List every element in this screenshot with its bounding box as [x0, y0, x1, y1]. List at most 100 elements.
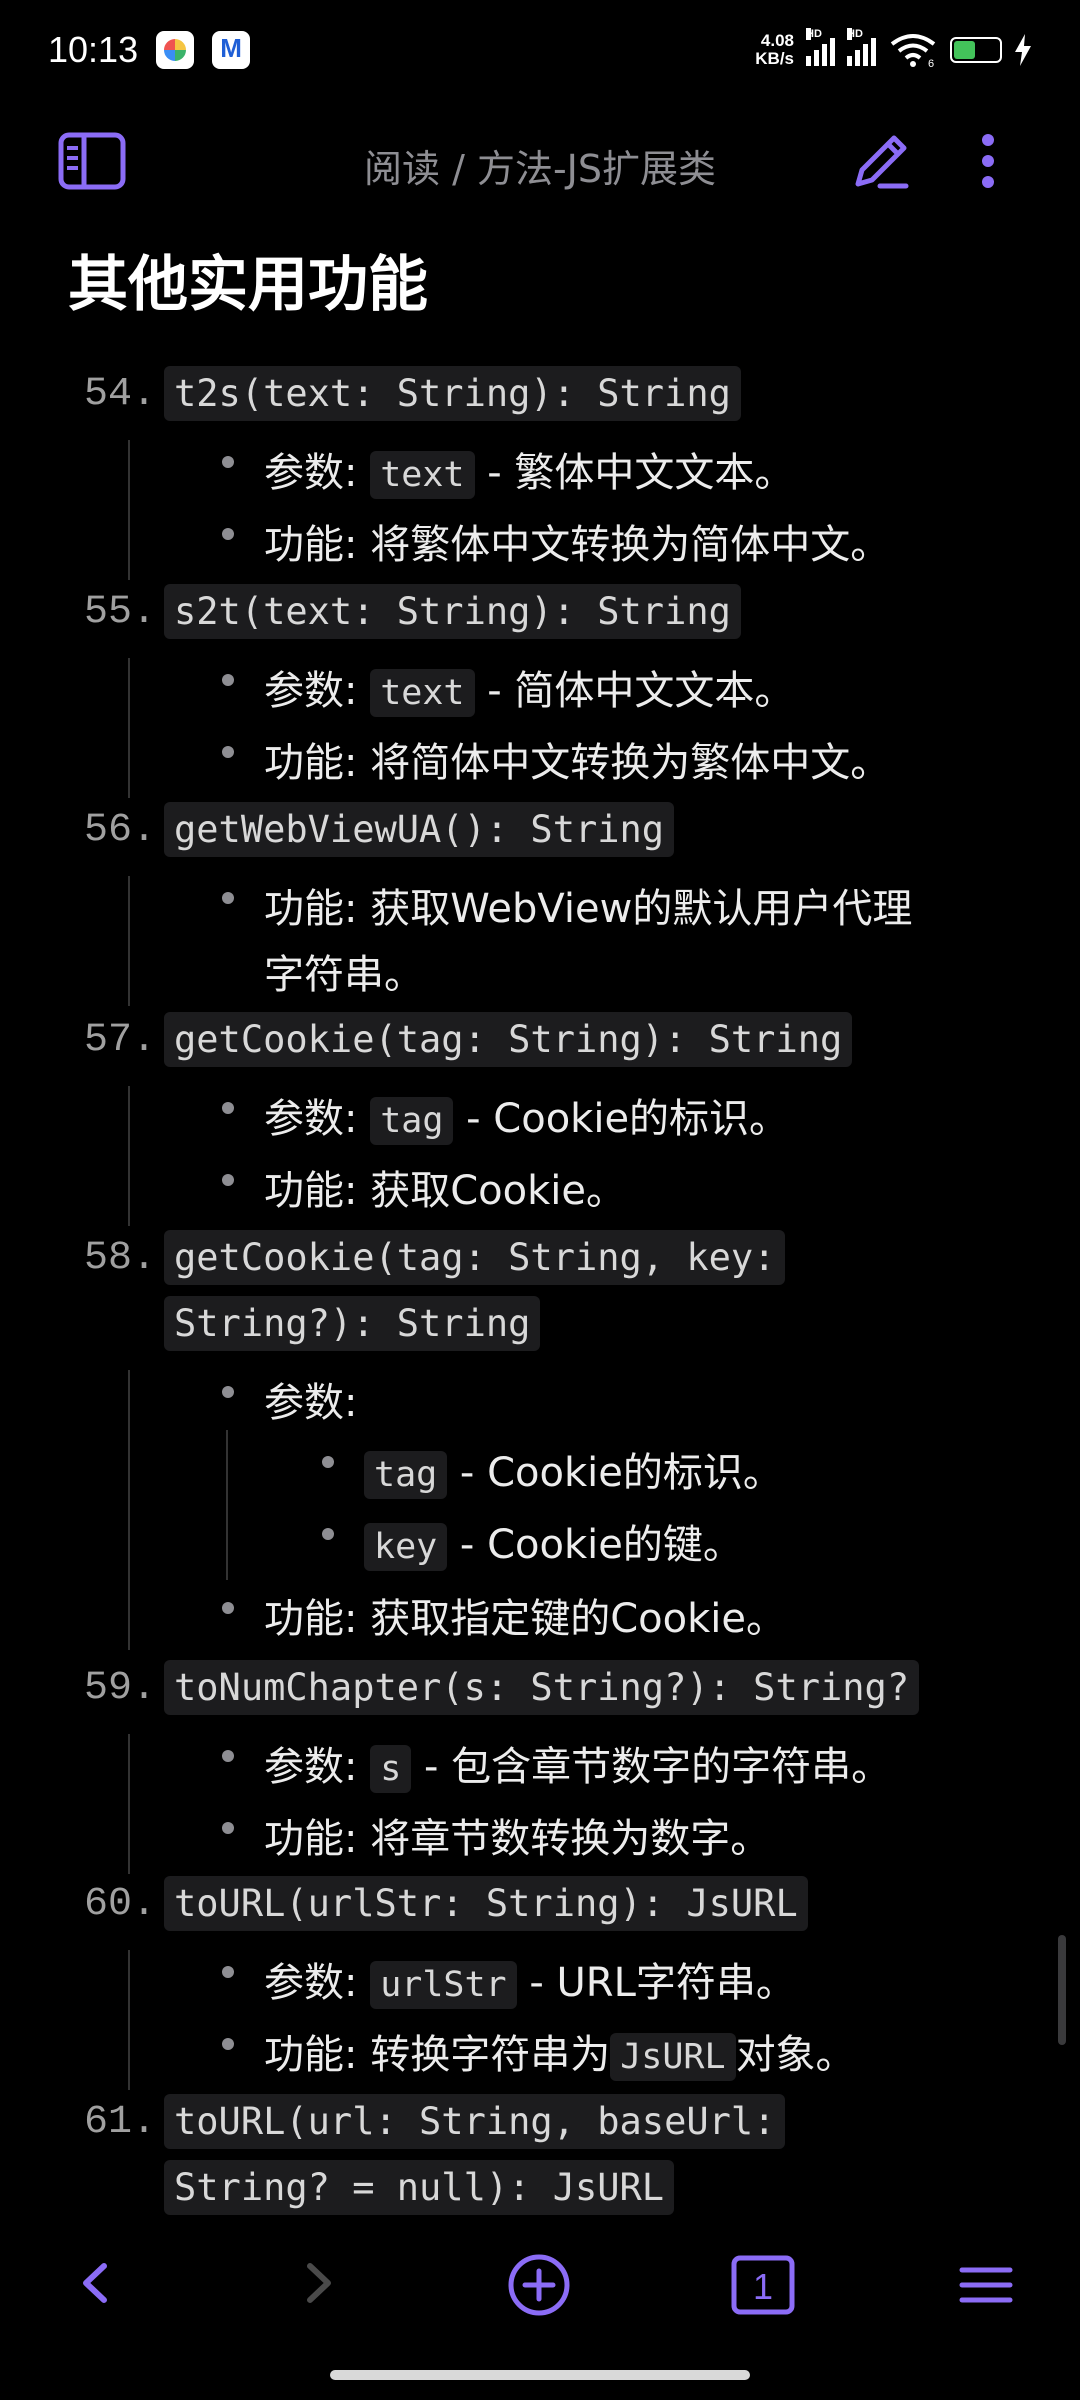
func-label: 功能:	[264, 1596, 358, 1642]
scrollbar-thumb[interactable]	[1058, 1935, 1066, 2045]
func-bullet: 功能: 将章节数转换为数字。	[222, 1806, 771, 1864]
func-code: JsURL	[610, 2033, 736, 2081]
func-bullet: 功能: 获取指定键的Cookie。	[222, 1586, 786, 1644]
signature-code: String?): String	[164, 1296, 541, 1351]
param-code: tag	[370, 1097, 454, 1145]
signal-1-icon: HD	[806, 28, 835, 66]
list-number: 61.	[84, 2100, 157, 2145]
sub-list-guide-line	[226, 1430, 228, 1580]
param-desc: - Cookie的键。	[447, 1522, 743, 1568]
signature-code: getCookie(tag: String): String	[164, 1012, 853, 1067]
network-speed: 4.08 KB/s	[755, 32, 794, 68]
param-code: key	[364, 1523, 448, 1571]
signature-code: getCookie(tag: String, key:	[164, 1230, 786, 1285]
status-left: 10:13	[48, 29, 251, 71]
hd-label-2: HD	[847, 28, 863, 40]
signature-code: toURL(urlStr: String): JsURL	[164, 1876, 808, 1931]
photos-app-icon	[156, 31, 195, 69]
bottom-navigation: 1	[0, 2240, 1080, 2340]
func-label: 功能:	[264, 522, 358, 568]
list-number: 56.	[84, 808, 157, 853]
method-signature-line1: getCookie(tag: String, key:	[164, 1230, 786, 1285]
signature-code: getWebViewUA(): String	[164, 802, 675, 857]
signal-2-icon: HD	[847, 28, 876, 66]
func-bullet: 功能: 将简体中文转换为繁体中文。	[222, 730, 890, 788]
forward-button[interactable]	[296, 2252, 342, 2318]
list-guide-line	[128, 1370, 130, 1650]
list-guide-line	[128, 876, 130, 1006]
method-signature-line2: String?): String	[164, 1296, 541, 1351]
func-desc: 将繁体中文转换为简体中文。	[370, 522, 891, 568]
signature-code: toNumChapter(s: String?): String?	[164, 1660, 920, 1715]
func-desc: 获取指定键的Cookie。	[370, 1596, 786, 1642]
more-vertical-icon	[982, 134, 994, 188]
list-number: 55.	[84, 590, 157, 635]
document-content[interactable]: 其他实用功能 54. t2s(text: String): String 参数:…	[0, 210, 1080, 2240]
param-bullet: 参数: text - 繁体中文文本。	[222, 440, 795, 499]
status-time: 10:13	[48, 29, 139, 70]
wifi-icon: 6	[890, 34, 936, 68]
param-desc: - URL字符串。	[516, 1960, 796, 2006]
param-desc: - 繁体中文文本。	[474, 450, 795, 496]
list-number: 54.	[84, 372, 157, 417]
menu-button[interactable]	[956, 2252, 1016, 2322]
add-circle-icon	[508, 2254, 570, 2316]
list-number: 57.	[84, 1018, 157, 1063]
list-number: 59.	[84, 1666, 157, 1711]
list-guide-line	[128, 1734, 130, 1874]
func-label: 功能:	[264, 1816, 358, 1862]
param-desc: - 包含章节数字的字符串。	[411, 1744, 892, 1790]
tabs-button[interactable]: 1	[730, 2252, 796, 2322]
forward-arrow-icon	[307, 2263, 331, 2303]
add-button[interactable]	[506, 2252, 572, 2322]
param-code: text	[370, 669, 475, 717]
param-desc: - Cookie的标识。	[453, 1096, 790, 1142]
func-desc-line1: 获取WebView的默认用户代理	[370, 886, 913, 932]
signature-code: s2t(text: String): String	[164, 584, 741, 639]
edit-pencil-icon	[855, 135, 909, 189]
charging-bolt-icon	[1015, 34, 1031, 66]
list-number: 60.	[84, 1882, 157, 1927]
back-button[interactable]	[72, 2252, 118, 2318]
back-arrow-icon	[83, 2263, 107, 2303]
network-speed-value: 4.08	[760, 31, 794, 50]
func-bullet: 功能: 获取Cookie。	[222, 1158, 626, 1216]
func-desc-post: 对象。	[735, 2032, 856, 2078]
param-label: 参数:	[264, 668, 358, 714]
status-bar: 10:13 4.08 KB/s HD HD 6 43	[0, 0, 1080, 100]
more-options-button[interactable]	[978, 130, 998, 196]
list-guide-line	[128, 440, 130, 580]
param-desc: - 简体中文文本。	[474, 668, 795, 714]
param-bullet: 参数: tag - Cookie的标识。	[222, 1086, 790, 1145]
param-label: 参数:	[264, 1380, 358, 1426]
breadcrumb-title: 阅读 / 方法-JS扩展类	[363, 147, 716, 191]
func-desc-line2: 字符串。	[264, 952, 424, 998]
param-label: 参数:	[264, 450, 358, 496]
list-guide-line	[128, 658, 130, 798]
param-code: tag	[364, 1451, 448, 1499]
signature-code: t2s(text: String): String	[164, 366, 741, 421]
func-desc: 将章节数转换为数字。	[370, 1816, 771, 1862]
param-bullet: 参数:	[222, 1370, 358, 1428]
func-label: 功能:	[264, 1168, 358, 1214]
sub-param-bullet: key - Cookie的键。	[322, 1512, 743, 1571]
method-signature-line1: toURL(url: String, baseUrl:	[164, 2094, 786, 2149]
menu-icon	[959, 2267, 1013, 2303]
wifi-6-label: 6	[928, 58, 934, 68]
param-code: urlStr	[370, 1961, 517, 2009]
top-app-bar: 阅读 / 方法-JS扩展类	[0, 110, 1080, 210]
method-signature: s2t(text: String): String	[164, 584, 741, 639]
method-signature: getCookie(tag: String): String	[164, 1012, 853, 1067]
list-guide-line	[128, 1086, 130, 1226]
func-label: 功能:	[264, 2032, 358, 2078]
method-signature: t2s(text: String): String	[164, 366, 741, 421]
func-bullet: 功能: 获取WebView的默认用户代理	[222, 876, 913, 934]
list-guide-line	[128, 1950, 130, 2090]
home-indicator[interactable]	[330, 2370, 750, 2380]
func-desc-pre: 转换字符串为	[370, 2032, 611, 2078]
list-number: 58.	[84, 1236, 157, 1281]
edit-button[interactable]	[850, 130, 912, 196]
func-label: 功能:	[264, 740, 358, 786]
param-desc: - Cookie的标识。	[447, 1450, 783, 1496]
signature-code: String? = null): JsURL	[164, 2160, 675, 2215]
